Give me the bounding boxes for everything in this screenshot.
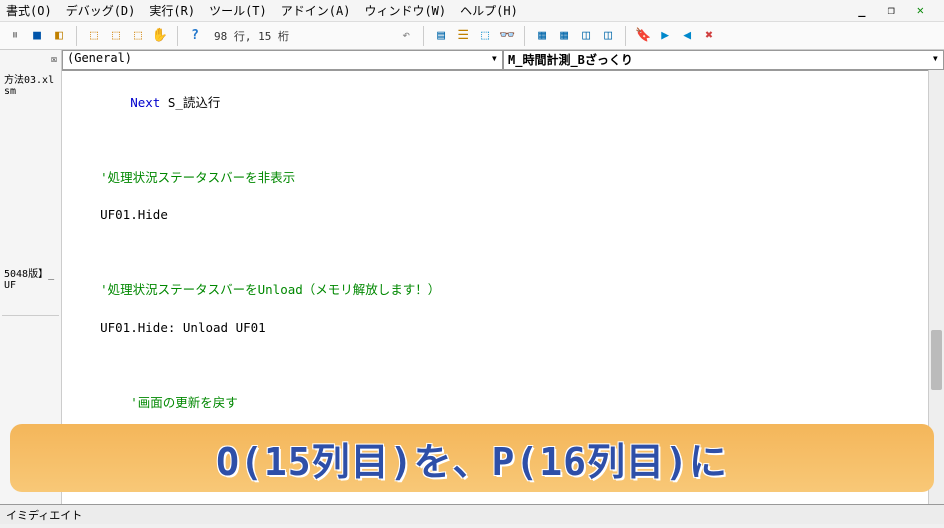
maximize-button[interactable]: ❐ <box>888 3 895 17</box>
clear-bookmark-icon[interactable]: ✖ <box>700 27 718 45</box>
menu-debug[interactable]: デバッグ(D) <box>66 2 136 19</box>
sidebar-item-workbook[interactable]: 方法03.xlsm <box>2 67 59 101</box>
hand-icon[interactable]: ✋ <box>151 27 169 45</box>
toolbar: ⏸ ■ ◧ ⬚ ⬚ ⬚ ✋ ? 98 行, 15 桁 ↶ ▤ ☰ ⬚ 👓 ▦ ▦… <box>0 22 944 50</box>
sidebar-item-module[interactable]: 5048版】_UF <box>2 261 59 295</box>
menubar: 書式(O) デバッグ(D) 実行(R) ツール(T) アドイン(A) ウィンドウ… <box>0 0 944 22</box>
break-icon[interactable]: ◧ <box>50 27 68 45</box>
menu-help[interactable]: ヘルプ(H) <box>460 2 518 19</box>
prev-bookmark-icon[interactable]: ◀ <box>678 27 696 45</box>
window-buttons: _ ❐ ✕ <box>858 3 938 17</box>
stop-icon[interactable]: ■ <box>28 27 46 45</box>
undo-icon[interactable]: ↶ <box>397 27 415 45</box>
editor-combos: (General)▾ M_時間計測_Bざっくり▾ <box>62 50 944 71</box>
step3-icon[interactable]: ⬚ <box>129 27 147 45</box>
close-button[interactable]: ✕ <box>917 3 924 17</box>
separator <box>76 26 77 46</box>
help-icon[interactable]: ? <box>186 27 204 45</box>
step-icon[interactable]: ⬚ <box>85 27 103 45</box>
browser-icon[interactable]: ⬚ <box>476 27 494 45</box>
object-combo[interactable]: (General)▾ <box>62 50 503 70</box>
menu-run[interactable]: 実行(R) <box>149 2 195 19</box>
separator <box>625 26 626 46</box>
step2-icon[interactable]: ⬚ <box>107 27 125 45</box>
caption-text: O(15列目)を、P(16列目)に <box>216 431 728 486</box>
procedure-combo[interactable]: M_時間計測_Bざっくり▾ <box>503 50 944 70</box>
minimize-button[interactable]: _ <box>858 3 865 17</box>
cursor-position: 98 行, 15 桁 <box>214 28 289 44</box>
indent-icon[interactable]: ▦ <box>533 27 551 45</box>
watch-icon[interactable]: 👓 <box>498 27 516 45</box>
caption-overlay: O(15列目)を、P(16列目)に <box>10 424 934 492</box>
bookmark-icon[interactable]: 🔖 <box>634 27 652 45</box>
separator <box>423 26 424 46</box>
menu-format[interactable]: 書式(O) <box>6 2 52 19</box>
sidebar-close[interactable]: ☒ <box>2 52 59 67</box>
properties-icon[interactable]: ☰ <box>454 27 472 45</box>
separator <box>524 26 525 46</box>
outdent-icon[interactable]: ▦ <box>555 27 573 45</box>
pause-icon[interactable]: ⏸ <box>6 27 24 45</box>
menu-tool[interactable]: ツール(T) <box>209 2 267 19</box>
scrollbar-thumb[interactable] <box>931 330 942 390</box>
project-icon[interactable]: ▤ <box>432 27 450 45</box>
menu-addin[interactable]: アドイン(A) <box>281 2 351 19</box>
immediate-window[interactable]: イミディエイト <box>0 504 944 524</box>
next-bookmark-icon[interactable]: ▶ <box>656 27 674 45</box>
separator <box>177 26 178 46</box>
uncomment-icon[interactable]: ◫ <box>599 27 617 45</box>
menu-window[interactable]: ウィンドウ(W) <box>364 2 446 19</box>
comment-icon[interactable]: ◫ <box>577 27 595 45</box>
